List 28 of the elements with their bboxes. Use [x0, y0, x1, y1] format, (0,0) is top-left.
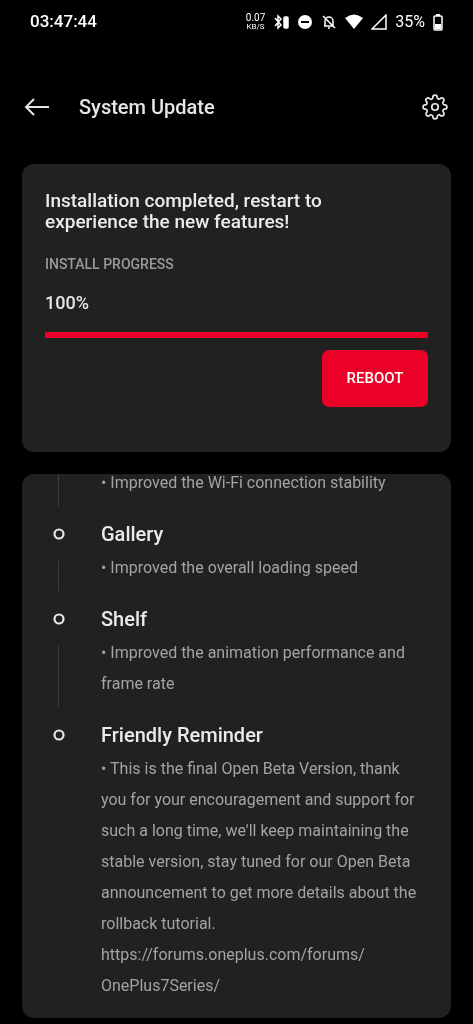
settings-icon [422, 94, 448, 120]
progress-percent: 100% [45, 291, 90, 315]
network-speed: 0.07 KB/S [245, 13, 266, 31]
battery-percent: 35% [395, 11, 425, 33]
bluetooth-battery-icon [273, 14, 290, 30]
signal-icon [371, 14, 388, 30]
section-text: • Improved the Wi-Fi connection stability [101, 474, 387, 494]
forum-link[interactable]: https://forums.oneplus.com/forums/OnePlus7Series/ [101, 939, 365, 1001]
section-title: Gallery [101, 521, 165, 548]
section-title: Friendly Reminder [101, 722, 264, 749]
timeline-dot-icon [53, 528, 65, 540]
timeline-dot-icon [53, 613, 65, 625]
section-title: Shelf [101, 606, 149, 633]
settings-button[interactable] [421, 93, 449, 121]
battery-icon [433, 13, 443, 31]
reboot-button[interactable]: REBOOT [322, 350, 428, 407]
wifi-icon [345, 14, 364, 30]
page-title: System Update [79, 94, 216, 121]
install-message: Installation completed, restart to experience the new features! [45, 190, 323, 232]
back-arrow-icon [24, 98, 50, 116]
do-not-disturb-icon [297, 14, 314, 30]
section-text: • Improved the overall loading speed [101, 557, 359, 579]
progress-label: INSTALL PROGRESS [45, 255, 175, 274]
timeline-dot-icon [53, 729, 65, 741]
status-time: 03:47:44 [30, 10, 97, 34]
section-text: • Improved the animation performance and frame rate [101, 642, 406, 695]
bell-off-icon [321, 14, 338, 30]
section-text: • This is the final Open Beta Version, thank you for your encouragement and support for such a long time, we'll keep maintaining the stable version, stay tuned for our Open Beta announcement to get more details about the rollback tutorial. [101, 758, 418, 935]
